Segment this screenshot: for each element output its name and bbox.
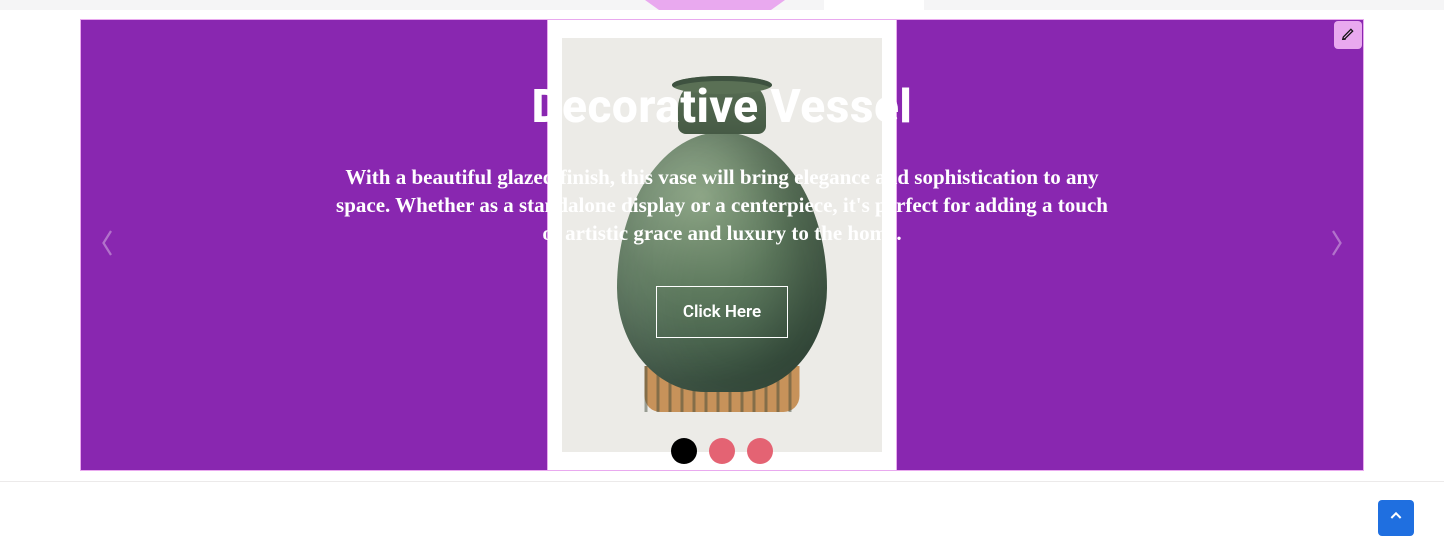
- slider-frame: Decorative Vessel With a beautiful glaze…: [80, 19, 1364, 471]
- slider-prev-button[interactable]: [93, 230, 123, 260]
- slider-section: Decorative Vessel With a beautiful glaze…: [80, 19, 1364, 471]
- hero-slider: Decorative Vessel With a beautiful glaze…: [81, 20, 1363, 470]
- edit-section-button[interactable]: [1334, 21, 1362, 49]
- slider-next-button[interactable]: [1321, 230, 1351, 260]
- section-divider: [0, 481, 1444, 482]
- topbar-segment: [824, 0, 924, 10]
- product-photo: [562, 38, 882, 452]
- slider-dot-3[interactable]: [747, 438, 773, 464]
- slider-dot-2[interactable]: [709, 438, 735, 464]
- slider-dot-1[interactable]: [671, 438, 697, 464]
- slider-dots: [671, 438, 773, 464]
- chevron-left-icon: [99, 228, 117, 262]
- page-topbar: [0, 0, 1444, 10]
- chevron-up-icon: [1388, 508, 1404, 528]
- slide-image: [547, 20, 897, 470]
- scroll-to-top-button[interactable]: [1378, 500, 1414, 536]
- chevron-right-icon: [1327, 228, 1345, 262]
- topbar-accent: [645, 0, 785, 10]
- pencil-icon: [1341, 26, 1355, 45]
- slide-cta-button[interactable]: Click Here: [656, 286, 788, 338]
